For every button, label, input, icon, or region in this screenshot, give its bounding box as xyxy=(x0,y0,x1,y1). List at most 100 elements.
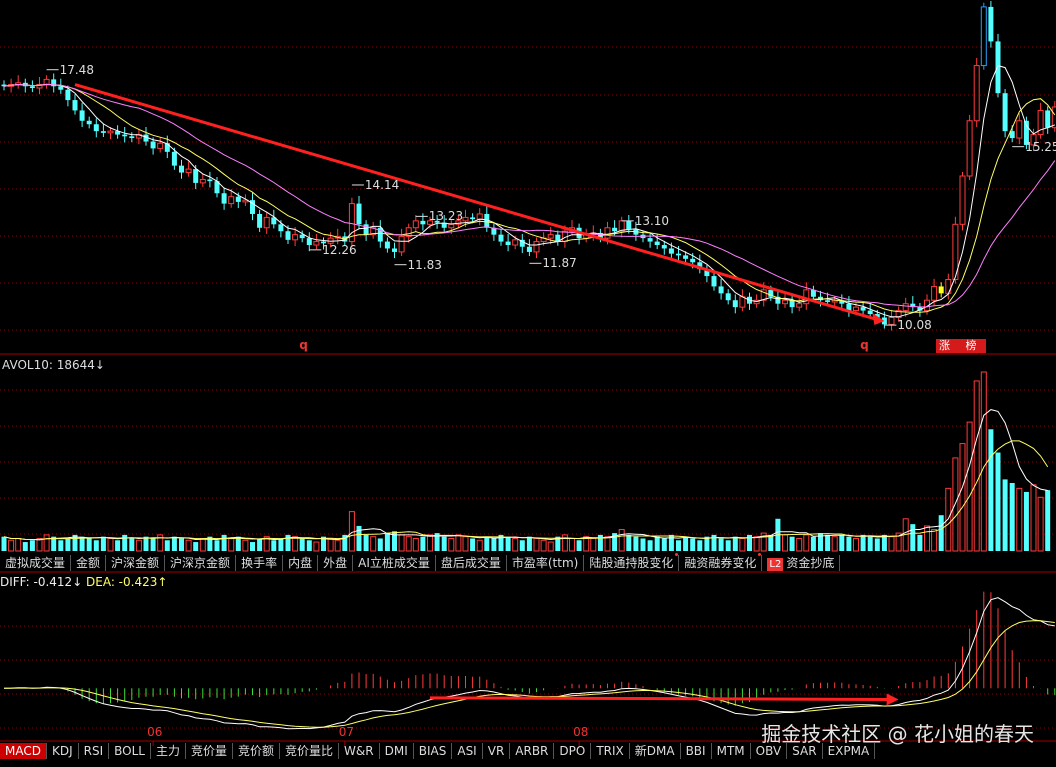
volume-bar xyxy=(697,540,703,551)
volume-bar xyxy=(561,534,568,552)
volume-bar xyxy=(959,443,966,552)
tab-margin[interactable]: 融资融券变化 xyxy=(679,553,763,571)
volume-bar xyxy=(65,538,71,551)
volume-bar xyxy=(135,539,142,552)
volume-bar xyxy=(732,536,738,551)
candle-body xyxy=(193,169,199,183)
candle-body xyxy=(980,6,987,67)
tab-dpo[interactable]: DPO xyxy=(554,743,592,759)
tab-kdj[interactable]: KDJ xyxy=(47,743,79,759)
tab-amount[interactable]: 金额 xyxy=(71,555,107,571)
volume-bar xyxy=(782,534,788,552)
tab-auction-amount[interactable]: 竞价额 xyxy=(233,743,281,759)
tab-macd[interactable]: MACD xyxy=(0,743,47,759)
tab-arbr[interactable]: ARBR xyxy=(510,743,555,759)
tab-bbi[interactable]: BBI xyxy=(681,743,712,759)
tab-boll[interactable]: BOLL xyxy=(109,743,151,759)
tab-mtm[interactable]: MTM xyxy=(712,743,751,759)
macd-dea-line xyxy=(3,620,1055,728)
tab-bias[interactable]: BIAS xyxy=(414,743,453,759)
volume-bar xyxy=(115,540,121,551)
volume-bar xyxy=(980,371,987,552)
volume-ma5-line xyxy=(3,409,1048,541)
tab-new-dma[interactable]: 新DMA xyxy=(630,743,681,759)
candle-body xyxy=(470,217,476,220)
tab-capital-bottom[interactable]: L2 资金抄底 xyxy=(762,555,841,571)
volume-bar xyxy=(221,534,227,551)
volume-bar xyxy=(725,540,731,551)
candle-body xyxy=(129,136,135,139)
tab-auction-ratio[interactable]: 竞价量比 xyxy=(280,743,340,759)
tab-asi[interactable]: ASI xyxy=(452,743,483,759)
candle-body xyxy=(221,193,227,204)
candle-body xyxy=(988,6,994,42)
volume-bar xyxy=(789,536,795,551)
price-annotation: 15.25 xyxy=(1025,139,1056,154)
candle-body xyxy=(547,234,554,239)
tab-wr[interactable]: W&R xyxy=(339,743,380,759)
candle-body xyxy=(58,86,64,90)
volume-ma10-line xyxy=(3,440,1049,541)
tab-sh-sz-bj-amount[interactable]: 沪深京金额 xyxy=(165,555,237,571)
volume-bar xyxy=(199,537,206,552)
tab-after-hours[interactable]: 盘后成交量 xyxy=(436,555,507,571)
tab-rsi[interactable]: RSI xyxy=(79,743,110,759)
volume-bar xyxy=(938,515,944,551)
volume-bar xyxy=(470,538,476,551)
volume-bar xyxy=(448,537,455,552)
tab-virtual-volume[interactable]: 虚拟成交量 xyxy=(0,555,72,571)
tab-auction-volume[interactable]: 竞价量 xyxy=(186,743,234,759)
candle-body xyxy=(29,86,35,88)
candle-body xyxy=(398,235,405,253)
volume-bar xyxy=(1030,484,1037,552)
l2-badge: L2 xyxy=(767,558,784,571)
volume-bar xyxy=(867,536,873,551)
volume-bar xyxy=(306,540,312,551)
candle-body xyxy=(185,168,192,174)
volume-bar xyxy=(257,538,263,551)
tab-pe-ttm[interactable]: 市盈率(ttm) xyxy=(507,555,585,571)
volume-bar xyxy=(476,539,483,552)
price-annotation: 11.87 xyxy=(542,256,577,271)
candle-body xyxy=(853,306,859,312)
tab-inner[interactable]: 内盘 xyxy=(283,555,319,571)
candle-body xyxy=(931,285,938,301)
volume-bar xyxy=(348,511,355,552)
volume-bar xyxy=(640,538,646,551)
volume-bar xyxy=(831,536,838,552)
candle-body xyxy=(79,110,85,121)
volume-bar xyxy=(676,540,681,551)
volume-bar xyxy=(455,534,462,552)
tab-ai-volume[interactable]: AI立桩成交量 xyxy=(353,555,436,571)
volume-bar xyxy=(122,534,128,551)
candle-body xyxy=(888,316,895,325)
tab-outer[interactable]: 外盘 xyxy=(318,555,354,571)
volume-bar xyxy=(86,538,92,551)
tab-hk-connect[interactable]: 陆股通持股变化 xyxy=(584,553,680,571)
tab-main-force[interactable]: 主力 xyxy=(151,743,186,759)
candle-body xyxy=(72,100,78,111)
candle-body xyxy=(789,300,795,308)
candle-body xyxy=(228,196,235,205)
tab-turnover[interactable]: 换手率 xyxy=(236,555,284,571)
candle-body xyxy=(995,41,1001,94)
tab-trix[interactable]: TRIX xyxy=(591,743,630,759)
volume-bar xyxy=(547,541,554,552)
candle-body xyxy=(626,220,632,230)
tab-dmi[interactable]: DMI xyxy=(380,743,414,759)
volume-bar xyxy=(242,539,249,552)
candle-body xyxy=(448,223,455,229)
ma10-line xyxy=(3,83,1056,313)
tab-sh-sz-amount[interactable]: 沪深金额 xyxy=(106,555,166,571)
volume-bar xyxy=(15,537,22,552)
volume-bar xyxy=(618,529,625,552)
price-annotation: 11.83 xyxy=(407,257,442,272)
volume-bar xyxy=(22,542,28,551)
volume-bar xyxy=(171,536,177,551)
candle-body xyxy=(612,227,618,232)
tab-vr[interactable]: VR xyxy=(483,743,511,759)
price-annotation: 17.48 xyxy=(59,62,94,77)
candle-body xyxy=(150,141,156,149)
candle-body xyxy=(973,65,980,122)
volume-bar xyxy=(8,539,15,552)
